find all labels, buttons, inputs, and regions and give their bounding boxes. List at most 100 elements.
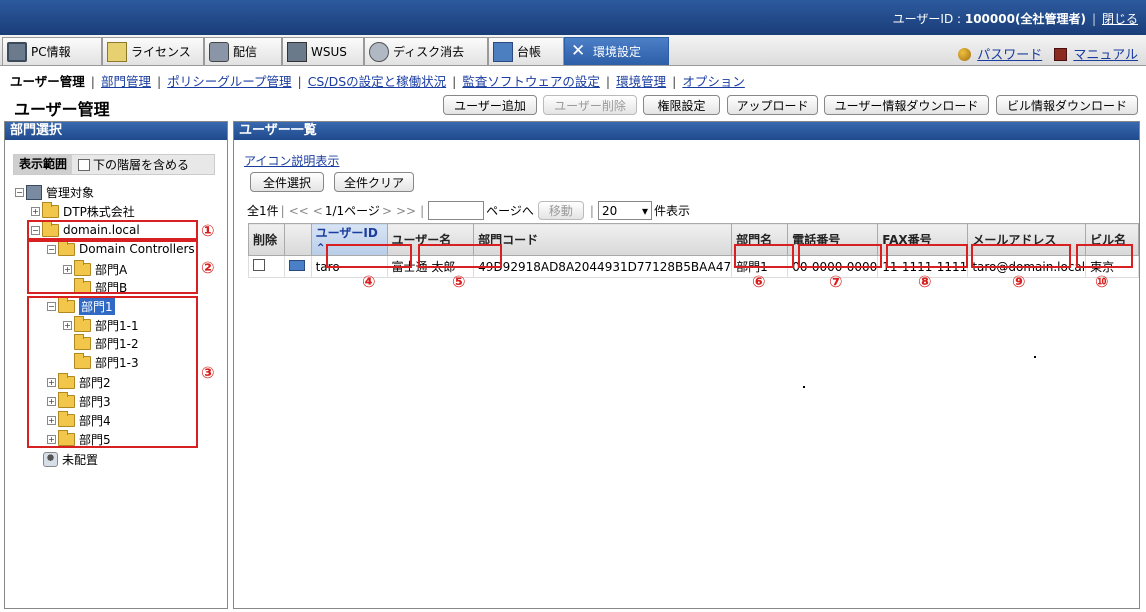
tools-icon [569, 41, 589, 62]
subnav-dept-mgmt[interactable]: 部門管理 [101, 74, 151, 89]
display-scope: 表示範囲 下の階層を含める [13, 154, 215, 175]
annotation-number-2: ② [201, 258, 215, 277]
annotation-number-3: ③ [201, 363, 215, 382]
annotation-number-8: ⑧ [918, 272, 932, 291]
folder-icon [42, 201, 59, 218]
manual-link[interactable]: マニュアル [1073, 48, 1138, 63]
tab-wsus[interactable]: WSUS [282, 37, 364, 65]
key-icon [958, 48, 972, 61]
annotation-number-5: ⑤ [452, 272, 466, 291]
tab-label: WSUS [311, 44, 347, 59]
goto-suffix: ページへ [486, 204, 534, 218]
chevron-down-icon: ▾ [641, 203, 648, 218]
subnav-env-mgmt[interactable]: 環境管理 [616, 74, 666, 89]
annotation-number-10: ⑩ [1095, 272, 1109, 291]
annotation-box-1 [27, 220, 198, 240]
annotation-number-7: ⑦ [829, 272, 843, 291]
next-page-link[interactable]: > [382, 204, 392, 218]
tab-license[interactable]: ライセンス [102, 37, 204, 65]
permission-settings-button[interactable]: 権限設定 [643, 95, 720, 115]
disk-erase-icon [369, 41, 389, 62]
annotation-box-3 [27, 296, 198, 448]
tab-environment-settings[interactable]: 環境設定 [564, 37, 669, 65]
user-id-value: 100000(全社管理者) [964, 12, 1086, 26]
panel-header: ユーザー一覧 [234, 122, 1139, 140]
collapse-icon[interactable]: − [15, 187, 24, 197]
delete-cell [247, 255, 286, 278]
building-info-download-button[interactable]: ビル情報ダウンロード [996, 95, 1138, 115]
password-link[interactable]: パスワード [977, 48, 1042, 63]
tab-ledger[interactable]: 台帳 [488, 37, 564, 65]
tree-label: 未配置 [62, 452, 99, 467]
select-all-button[interactable]: 全件選択 [250, 172, 324, 192]
page-title: ユーザー管理 [14, 100, 110, 119]
move-button[interactable]: 移動 [537, 201, 584, 220]
first-page-link[interactable]: << [289, 204, 309, 218]
subnav-current: ユーザー管理 [10, 74, 85, 89]
add-user-button[interactable]: ユーザー追加 [443, 95, 537, 115]
tree-node-dtp[interactable]: + DTP株式会社 [31, 201, 135, 219]
col-delete: 削除 [247, 223, 286, 256]
col-dept-code[interactable]: 部門コード [473, 223, 733, 256]
dept-code-cell: 49D92918AD8A2044931D77128B5BAA47 [473, 255, 733, 278]
separator: | [1091, 12, 1096, 26]
pager-separator: | [589, 203, 594, 218]
user-card-icon[interactable] [289, 259, 306, 271]
annotation-box-7 [798, 244, 882, 268]
pager-separator: | [280, 203, 285, 218]
tab-label: ライセンス [131, 45, 191, 59]
wsus-icon [287, 41, 307, 62]
tab-disk-erase[interactable]: ディスク消去 [364, 37, 488, 65]
icon-cell [284, 255, 312, 278]
annotation-number-1: ① [201, 221, 215, 240]
include-lower-checkbox[interactable] [78, 158, 91, 171]
expand-icon[interactable]: + [31, 206, 40, 216]
pc-icon [7, 41, 27, 62]
main-tab-bar: PC情報 ライセンス 配信 WSUS ディスク消去 台帳 環境設定 パスワード … [0, 35, 1146, 66]
upload-button[interactable]: アップロード [727, 95, 818, 115]
delete-checkbox[interactable] [253, 259, 265, 271]
speck [1034, 356, 1036, 358]
subnav-audit-software[interactable]: 監査ソフトウェアの設定 [462, 74, 600, 89]
last-page-link[interactable]: >> [396, 204, 416, 218]
tab-distribution[interactable]: 配信 [204, 37, 282, 65]
tree-label: DTP株式会社 [63, 204, 135, 219]
manual-icon [1054, 48, 1068, 61]
icon-legend-link[interactable]: アイコン説明表示 [244, 152, 339, 169]
tab-label: ディスク消去 [393, 45, 465, 59]
tree-node-root[interactable]: − 管理対象 [15, 184, 94, 200]
sub-navigation: ユーザー管理 | 部門管理 | ポリシーグループ管理 | CS/DSの設定と稼働状況 | 監査ソ… [10, 74, 745, 89]
annotation-box-8 [886, 244, 968, 268]
close-link[interactable]: 閉じる [1102, 12, 1138, 26]
include-lower-label: 下の階層を含める [93, 158, 190, 172]
subnav-cs-ds[interactable]: CS/DSの設定と稼働状況 [308, 74, 446, 89]
subnav-policy-group[interactable]: ポリシーグループ管理 [167, 74, 291, 89]
annotation-box-6 [734, 244, 794, 268]
per-page-select[interactable]: 20 ▾ [597, 201, 652, 220]
pager-separator: | [420, 203, 425, 218]
annotation-box-10 [1076, 244, 1133, 268]
speck [803, 386, 805, 388]
per-page-value: 20 [601, 203, 618, 218]
clear-all-button[interactable]: 全件クリア [334, 172, 414, 192]
license-icon [107, 41, 127, 62]
annotation-box-5 [418, 244, 502, 268]
pager: 全1件 | << < 1/1ページ > >> | ページへ 移動 | 20 ▾ 件… [247, 201, 690, 220]
tab-pc-info[interactable]: PC情報 [2, 37, 102, 65]
building-icon [26, 184, 42, 200]
user-info-download-button[interactable]: ユーザー情報ダウンロード [824, 95, 989, 115]
annotation-box-2 [27, 240, 198, 294]
distribution-icon [209, 41, 229, 62]
subnav-options[interactable]: オプション [682, 74, 745, 89]
user-icon [43, 451, 58, 467]
tree-node-unassigned[interactable]: 未配置 [43, 451, 98, 467]
page-indicator: 1/1ページ [324, 204, 380, 218]
annotation-number-9: ⑨ [1012, 272, 1026, 291]
col-icon [284, 223, 312, 256]
prev-page-link[interactable]: < [313, 204, 323, 218]
delete-user-button[interactable]: ユーザー削除 [543, 95, 637, 115]
sort-asc-icon: ⌃ [315, 241, 326, 255]
page-number-input[interactable] [428, 201, 485, 220]
total-count: 全1件 [247, 204, 279, 218]
user-id-label: ユーザーID : [892, 12, 965, 26]
